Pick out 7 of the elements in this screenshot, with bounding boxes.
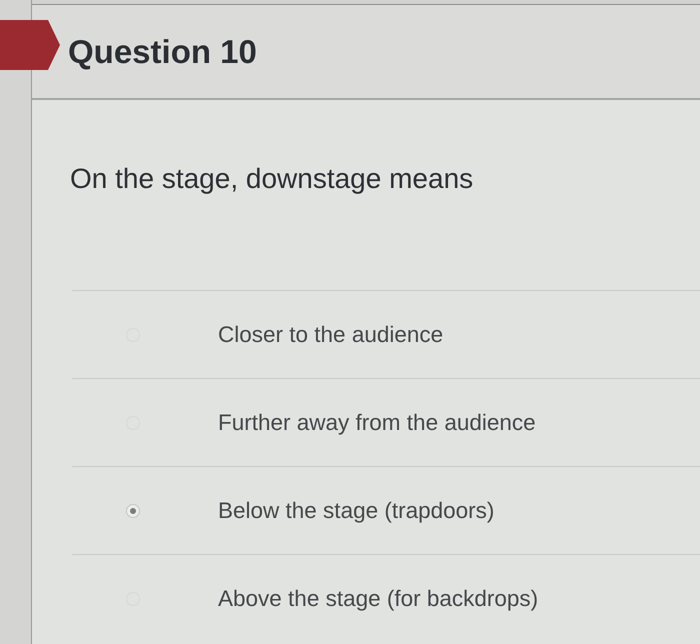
answer-option[interactable]: Below the stage (trapdoors) <box>218 498 494 524</box>
answer-option[interactable]: Closer to the audience <box>218 322 444 348</box>
question-text: On the stage, downstage means <box>70 162 474 196</box>
answer-option[interactable]: Further away from the audience <box>218 410 536 436</box>
answer-option[interactable]: Above the stage (for backdrops) <box>218 586 538 612</box>
radio-button[interactable] <box>126 504 140 518</box>
question-title: Question 10 <box>68 32 257 70</box>
